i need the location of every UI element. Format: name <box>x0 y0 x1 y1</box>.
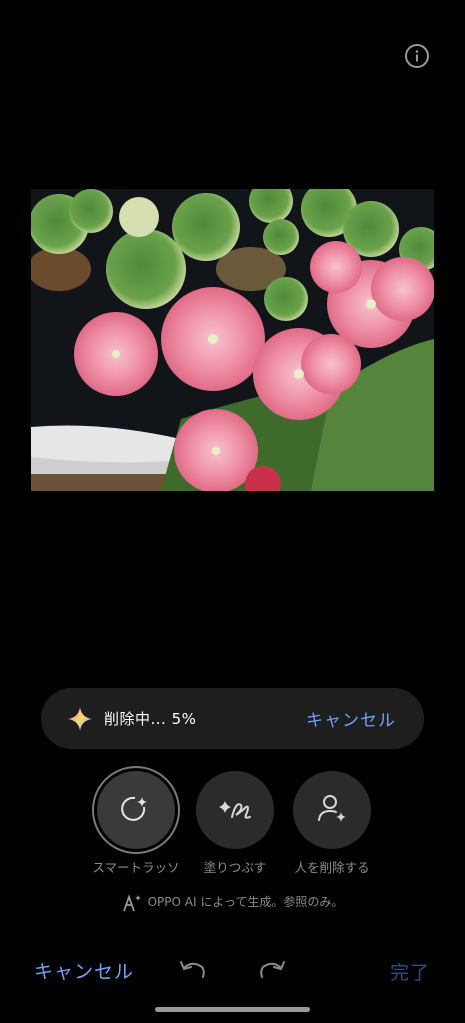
smart-lasso-button[interactable] <box>97 771 175 849</box>
sparkle-icon <box>68 707 92 731</box>
remove-person-label: 人を削除する <box>294 860 370 875</box>
smart-lasso-label: スマートラッソ <box>92 860 180 875</box>
ai-disclaimer: OPPO AI によって生成。参照のみ。 <box>0 893 465 912</box>
redo-icon[interactable] <box>257 957 287 983</box>
info-icon <box>415 50 419 62</box>
home-indicator[interactable] <box>155 1007 310 1012</box>
smart-lasso-icon <box>121 796 147 821</box>
remove-person-button[interactable] <box>293 771 371 849</box>
ai-badge-icon <box>122 893 141 911</box>
info-button[interactable] <box>405 44 429 68</box>
done-button[interactable]: 完了 <box>390 958 430 985</box>
remove-person-icon <box>318 795 346 822</box>
progress-cancel-button[interactable]: キャンセル <box>306 706 396 731</box>
removal-progress-bar: 削除中... 5% キャンセル <box>41 688 424 749</box>
brush-fill-label: 塗りつぶす <box>203 860 267 875</box>
flower-photo <box>31 189 434 491</box>
progress-label: 削除中... 5% <box>104 710 197 728</box>
undo-icon[interactable] <box>178 957 208 983</box>
ai-disclaimer-text: OPPO AI によって生成。参照のみ。 <box>147 895 344 909</box>
brush-scribble-icon <box>219 801 251 819</box>
photo-canvas[interactable] <box>31 189 434 491</box>
brush-fill-button[interactable] <box>196 771 274 849</box>
cancel-button[interactable]: キャンセル <box>34 957 134 984</box>
